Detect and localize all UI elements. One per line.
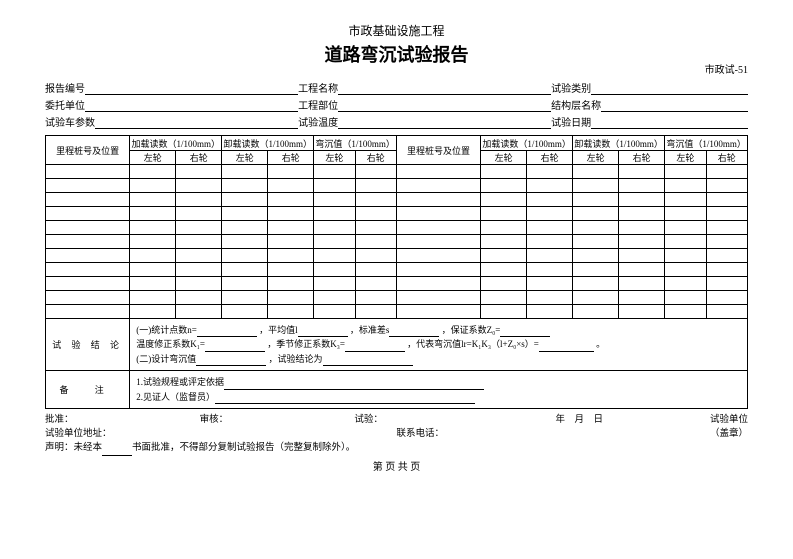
addr-label: 试验单位地址： (45, 429, 112, 439)
th-right: 右轮 (527, 151, 573, 165)
th-load: 加载读数（1/100mm） (481, 136, 573, 151)
conclusion-text: ，代表弯沉值lr=K₁K₃（l+Z₀×s）= (407, 339, 539, 349)
meta-label: 委托单位 (45, 97, 85, 112)
conclusion-label: 试 验 结 论 (46, 319, 130, 371)
blank-field[interactable] (500, 326, 550, 337)
blank-field[interactable] (591, 116, 748, 129)
th-left: 左轮 (130, 151, 176, 165)
conclusion-cell: (一)统计点数n= ，平均值l ，标准差s ，保证系数Z₀= 温度修正系数K₁=… (130, 319, 748, 371)
meta-label: 工程部位 (298, 97, 338, 112)
blank-field[interactable] (95, 116, 298, 129)
blank-field[interactable] (389, 326, 439, 337)
month-label: 月 (575, 415, 585, 425)
table-row (46, 277, 748, 291)
blank-field[interactable] (338, 82, 551, 95)
blank-field[interactable] (298, 326, 348, 337)
blank-field[interactable] (601, 99, 748, 112)
year-label: 年 (555, 415, 565, 425)
meta-label: 结构层名称 (551, 97, 601, 112)
blank-field[interactable] (338, 116, 551, 129)
table-row (46, 165, 748, 179)
approve-label: 批准： (45, 415, 74, 425)
disclaimer-a: 声明：未经本 (45, 443, 102, 453)
th-left: 左轮 (665, 151, 706, 165)
meta-label: 试验日期 (551, 114, 591, 129)
conclusion-text: ，标准差s (350, 325, 390, 335)
conclusion-text: ，试验结论为 (268, 354, 322, 364)
conclusion-text: (一)统计点数n= (136, 325, 197, 335)
table-row (46, 179, 748, 193)
blank-field[interactable] (338, 99, 551, 112)
blank-field[interactable] (345, 341, 405, 352)
th-left: 左轮 (314, 151, 355, 165)
subtitle: 市政基础设施工程 (45, 22, 748, 39)
blank-field[interactable] (102, 445, 132, 456)
th-load: 加载读数（1/100mm） (130, 136, 222, 151)
th-unload: 卸载读数（1/100mm） (573, 136, 665, 151)
data-table: 里程桩号及位置 加载读数（1/100mm） 卸载读数（1/100mm） 弯沉值（… (45, 135, 748, 409)
remarks-row: 备 注 1.试验规程或评定依据 2.见证人（监督员） (46, 371, 748, 409)
meta-row-1: 报告编号 工程名称 试验类别 (45, 80, 748, 95)
conclusion-text: ，季节修正系数K₃= (267, 339, 345, 349)
blank-field[interactable] (85, 99, 298, 112)
remarks-text: 2.见证人（监督员） (136, 392, 215, 402)
meta-label: 报告编号 (45, 80, 85, 95)
th-station: 里程桩号及位置 (396, 136, 480, 165)
remarks-cell: 1.试验规程或评定依据 2.见证人（监督员） (130, 371, 748, 409)
th-right: 右轮 (619, 151, 665, 165)
remarks-label: 备 注 (46, 371, 130, 409)
seal-label: （盖章） (710, 429, 748, 439)
meta-row-2: 委托单位 工程部位 结构层名称 (45, 97, 748, 112)
blank-field[interactable] (215, 393, 475, 404)
blank-field[interactable] (205, 341, 265, 352)
meta-row-3: 试验车参数 试验温度 试验日期 (45, 114, 748, 129)
blank-field[interactable] (323, 355, 413, 366)
table-row (46, 235, 748, 249)
day-label: 日 (594, 415, 604, 425)
blank-field[interactable] (197, 326, 257, 337)
conclusion-text: ，保证系数Z₀= (442, 325, 501, 335)
disclaimer-b: 书面批准，不得部分复制试验报告（完整复制除外）。 (132, 443, 355, 453)
table-row (46, 263, 748, 277)
meta-label: 试验车参数 (45, 114, 95, 129)
conclusion-text: 。 (596, 339, 605, 349)
th-left: 左轮 (222, 151, 268, 165)
th-right: 右轮 (355, 151, 396, 165)
blank-field[interactable] (85, 82, 298, 95)
conclusion-text: (二)设计弯沉值 (136, 354, 196, 364)
phone-label: 联系电话： (397, 429, 445, 439)
table-row (46, 221, 748, 235)
th-right: 右轮 (268, 151, 314, 165)
table-row (46, 193, 748, 207)
pager: 第 页 共 页 (45, 458, 748, 473)
remarks-text: 1.试验规程或评定依据 (136, 377, 224, 387)
th-left: 左轮 (573, 151, 619, 165)
table-row (46, 305, 748, 319)
conclusion-row: 试 验 结 论 (一)统计点数n= ，平均值l ，标准差s ，保证系数Z₀= 温… (46, 319, 748, 371)
blank-field[interactable] (224, 379, 484, 390)
table-row (46, 249, 748, 263)
conclusion-text: ，平均值l (259, 325, 298, 335)
conclusion-text: 温度修正系数K₁= (136, 339, 205, 349)
test-label: 试验： (354, 415, 383, 425)
th-deflection: 弯沉值（1/100mm） (665, 136, 748, 151)
meta-label: 工程名称 (298, 80, 338, 95)
th-left: 左轮 (481, 151, 527, 165)
table-row (46, 207, 748, 221)
table-row (46, 291, 748, 305)
meta-label: 试验温度 (298, 114, 338, 129)
th-right: 右轮 (176, 151, 222, 165)
blank-field[interactable] (591, 82, 748, 95)
blank-field[interactable] (196, 355, 266, 366)
footer: 批准： 审核： 试验： 年 月 日 试验单位 试验单位地址： 联系电话： （盖章… (45, 413, 748, 456)
review-label: 审核： (200, 415, 229, 425)
th-right: 右轮 (706, 151, 748, 165)
th-deflection: 弯沉值（1/100mm） (314, 136, 397, 151)
meta-label: 试验类别 (551, 80, 591, 95)
th-station: 里程桩号及位置 (46, 136, 130, 165)
th-unload: 卸载读数（1/100mm） (222, 136, 314, 151)
blank-field[interactable] (539, 341, 594, 352)
unit-label: 试验单位 (710, 415, 748, 425)
